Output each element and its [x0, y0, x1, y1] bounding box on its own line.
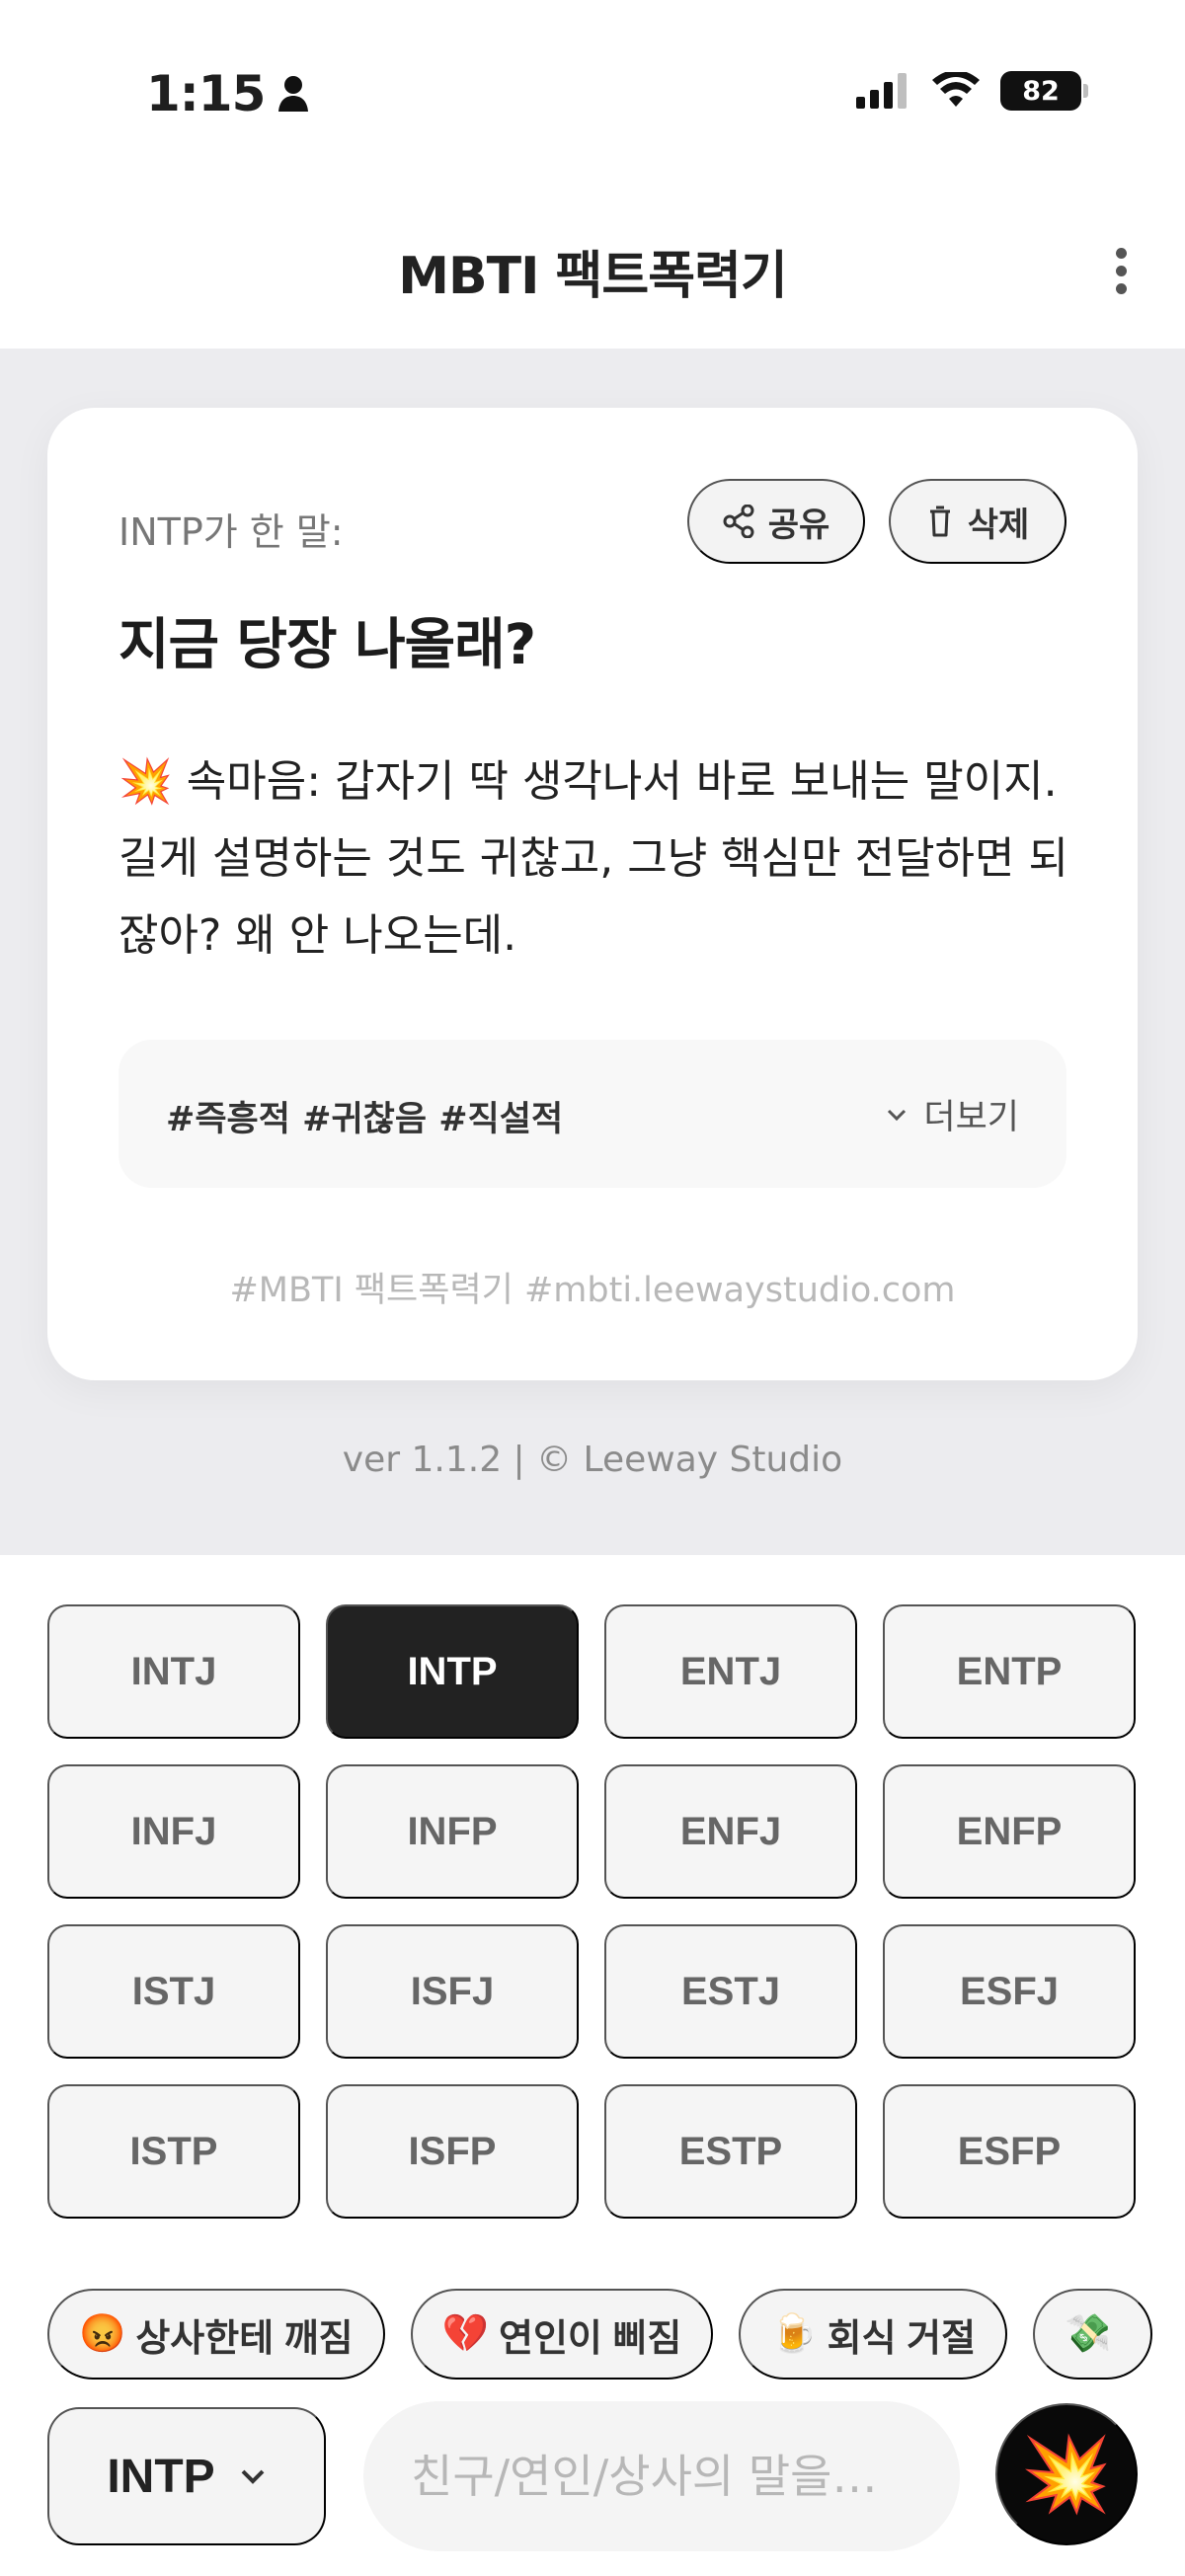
- more-vertical-icon[interactable]: [1086, 236, 1155, 305]
- chevron-down-icon: [241, 2469, 265, 2484]
- selected-type: INTP: [107, 2450, 215, 2503]
- quote-text: 지금 당장 나올래?: [118, 613, 536, 677]
- mbti-type-button-isfp[interactable]: ISFP: [326, 2084, 579, 2219]
- situation-chip[interactable]: 💔 연인이 삐짐: [410, 2289, 714, 2380]
- result-area: INTP가 한 말: 공유 삭제 지금 당장 나올래? 💥 속마음: 갑자기 딱…: [0, 349, 1185, 1555]
- page-title: MBTI 팩트폭력기: [398, 246, 788, 306]
- chip-label: 회식 거절: [827, 2317, 977, 2360]
- app-header: MBTI 팩트폭력기: [0, 193, 1185, 349]
- mbti-type-button-infp[interactable]: INFP: [326, 1764, 579, 1899]
- result-card: INTP가 한 말: 공유 삭제 지금 당장 나올래? 💥 속마음: 갑자기 딱…: [47, 408, 1138, 1380]
- person-icon: [278, 76, 309, 112]
- trash-icon: [929, 506, 950, 537]
- mbti-type-button-isfj[interactable]: ISFJ: [326, 1924, 579, 2059]
- mbti-type-button-infj[interactable]: INFJ: [47, 1764, 300, 1899]
- speaker-label: INTP가 한 말:: [118, 510, 344, 554]
- chip-emoji: 🍺: [770, 2313, 818, 2355]
- delete-label: 삭제: [967, 506, 1030, 544]
- situation-chip[interactable]: 🍺 회식 거절: [739, 2289, 1008, 2380]
- message-input[interactable]: [363, 2401, 960, 2551]
- situation-chip[interactable]: 😡 상사한테 깨짐: [47, 2289, 385, 2380]
- mbti-type-button-enfp[interactable]: ENFP: [883, 1764, 1136, 1899]
- mbti-type-select[interactable]: INTP: [47, 2407, 326, 2545]
- mbti-type-button-intj[interactable]: INTJ: [47, 1604, 300, 1739]
- share-icon: [723, 505, 754, 538]
- mbti-type-button-esfp[interactable]: ESFP: [883, 2084, 1136, 2219]
- inner-thought: 💥 속마음: 갑자기 딱 생각나서 바로 보내는 말이지. 길게 설명하는 것도…: [118, 756, 1068, 961]
- chevron-down-icon: [888, 1109, 907, 1121]
- share-label: 공유: [767, 506, 830, 544]
- mbti-type-grid: INTJ INTP ENTJ ENTP INFJ INFP ENFJ ENFP ISTJ ISFJ…: [47, 1604, 1138, 2219]
- chip-emoji: 💸: [1065, 2313, 1112, 2355]
- battery-icon: 82: [1000, 71, 1088, 111]
- mbti-type-button-enfj[interactable]: ENFJ: [604, 1764, 857, 1899]
- watermark: #MBTI 팩트폭력기 #mbti.leewaystudio.com: [229, 1271, 956, 1310]
- chip-label: 상사한테 깨짐: [135, 2317, 354, 2360]
- chip-emoji: 💔: [441, 2313, 489, 2355]
- battery-level: 82: [1022, 75, 1060, 107]
- explosion-icon: 💥: [1020, 2432, 1113, 2515]
- tags-panel: #즉흥적 #귀찮음 #직설적 더보기: [118, 1040, 1066, 1188]
- status-time: 1:15: [146, 65, 310, 122]
- more-label: 더보기: [923, 1098, 1019, 1137]
- mbti-type-button-entj[interactable]: ENTJ: [604, 1604, 857, 1739]
- signal-icon: [856, 73, 907, 109]
- send-button[interactable]: 💥: [995, 2403, 1138, 2545]
- status-indicators: 82: [856, 71, 1088, 111]
- mbti-type-button-entp[interactable]: ENTP: [883, 1604, 1136, 1739]
- mbti-type-button-istj[interactable]: ISTJ: [47, 1924, 300, 2059]
- situation-chips: 😡 상사한테 깨짐 💔 연인이 삐짐 🍺 회식 거절 💸: [47, 2289, 1185, 2380]
- mbti-type-button-intp[interactable]: INTP: [326, 1604, 579, 1739]
- mbti-type-button-istp[interactable]: ISTP: [47, 2084, 300, 2219]
- mbti-type-button-estp[interactable]: ESTP: [604, 2084, 857, 2219]
- more-toggle[interactable]: 더보기: [886, 1089, 1019, 1139]
- wifi-icon: [932, 72, 980, 107]
- chip-emoji: 😡: [79, 2313, 126, 2355]
- mbti-type-button-estj[interactable]: ESTJ: [604, 1924, 857, 2059]
- share-button[interactable]: 공유: [687, 479, 865, 564]
- hashtags: #즉흥적 #귀찮음 #직설적: [166, 1100, 564, 1139]
- chip-label: 연인이 삐짐: [498, 2317, 682, 2360]
- delete-button[interactable]: 삭제: [889, 479, 1066, 564]
- version-footer: ver 1.1.2 | © Leeway Studio: [342, 1440, 843, 1480]
- status-bar: 1:15 82: [0, 0, 1185, 193]
- situation-chip[interactable]: 💸: [1033, 2289, 1153, 2380]
- mbti-type-button-esfj[interactable]: ESFJ: [883, 1924, 1136, 2059]
- composer-bar: INTP 💥: [0, 2399, 1185, 2576]
- time-text: 1:15: [146, 65, 266, 122]
